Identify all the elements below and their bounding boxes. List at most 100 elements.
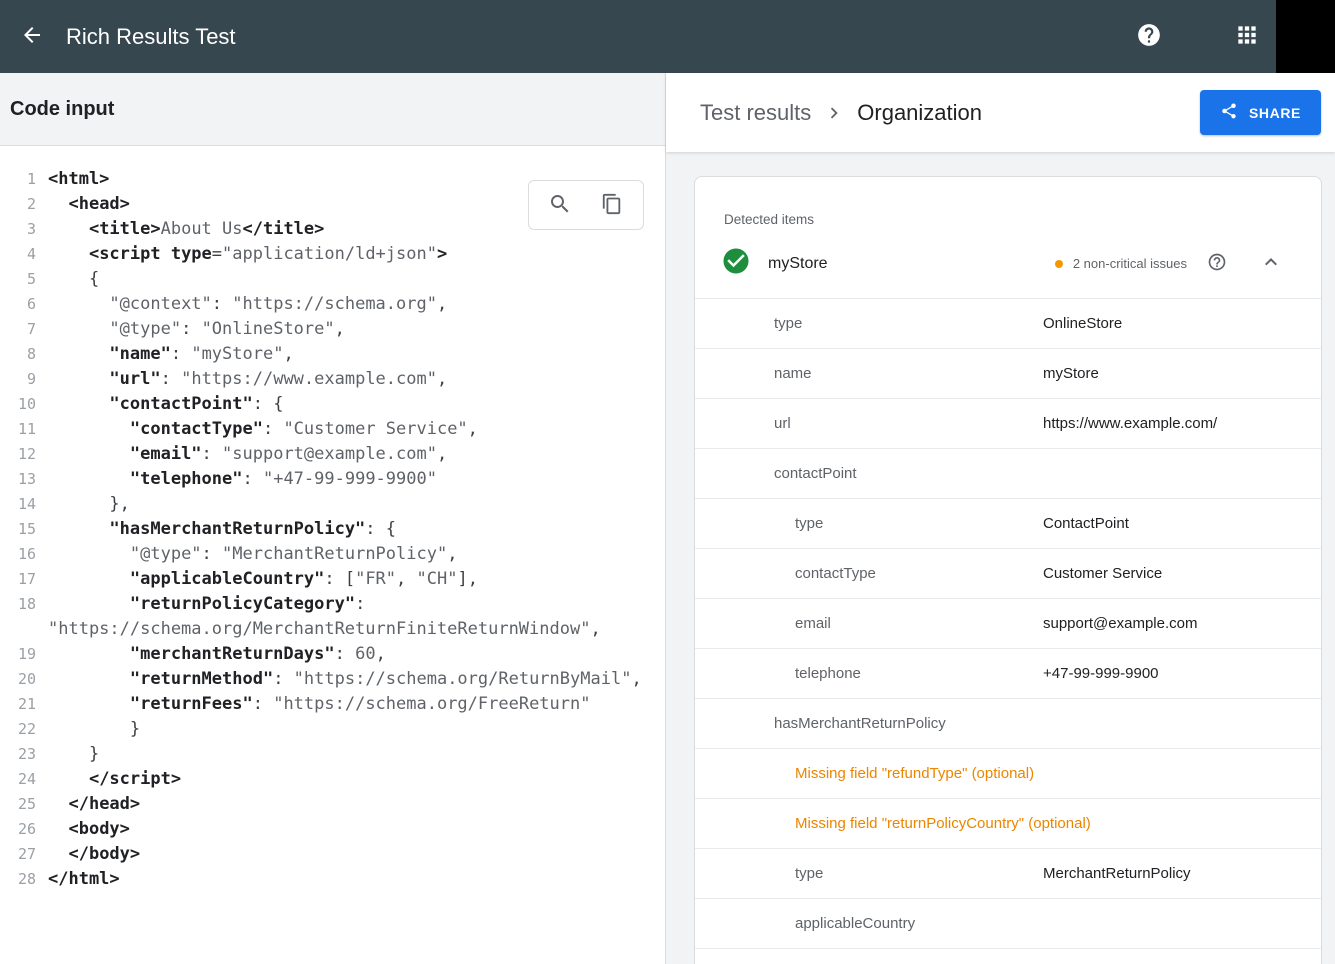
- apps-grid-button[interactable]: [1223, 13, 1271, 61]
- help-button[interactable]: [1125, 13, 1173, 61]
- code-line: 4 <script type="application/ld+json">: [0, 242, 665, 267]
- top-bar-actions: [1125, 0, 1335, 73]
- breadcrumb-test-results[interactable]: Test results: [700, 100, 811, 126]
- line-number: 11: [0, 417, 36, 442]
- property-row: urlhttps://www.example.com/: [695, 399, 1321, 449]
- line-number: 15: [0, 517, 36, 542]
- property-row: typeMerchantReturnPolicy: [695, 849, 1321, 899]
- code-line-text: </head>: [36, 792, 140, 817]
- copy-button[interactable]: [592, 185, 632, 225]
- missing-field-row: Missing field "refundType" (optional): [695, 749, 1321, 799]
- line-number: 5: [0, 267, 36, 292]
- code-toolbar: [528, 180, 644, 230]
- property-row: namemyStore: [695, 349, 1321, 399]
- code-line: 16 "@type": "MerchantReturnPolicy",: [0, 542, 665, 567]
- line-number: 1: [0, 167, 36, 192]
- line-number: 8: [0, 342, 36, 367]
- line-number: 19: [0, 642, 36, 667]
- share-icon: [1220, 102, 1238, 123]
- detected-items-card: Detected items myStore 2 non-critical is…: [694, 176, 1322, 964]
- code-line-text: </html>: [36, 867, 120, 892]
- property-label: type: [795, 865, 1043, 882]
- property-row: telephone+47-99-999-9900: [695, 649, 1321, 699]
- property-value: support@example.com: [1043, 615, 1197, 632]
- line-number: 22: [0, 717, 36, 742]
- back-button[interactable]: [8, 13, 56, 61]
- property-value: OnlineStore: [1043, 315, 1122, 332]
- code-line: "https://schema.org/MerchantReturnFinite…: [0, 617, 665, 642]
- property-row: typeContactPoint: [695, 499, 1321, 549]
- help-outline-icon: [1207, 252, 1227, 275]
- code-line-text: "name": "myStore",: [36, 342, 294, 367]
- code-line-text: "@type": "MerchantReturnPolicy",: [36, 542, 457, 567]
- property-label: name: [774, 365, 1043, 382]
- code-line: 24 </script>: [0, 767, 665, 792]
- code-line: 13 "telephone": "+47-99-999-9900": [0, 467, 665, 492]
- entity-row-mystore[interactable]: myStore 2 non-critical issues: [695, 229, 1321, 299]
- code-line-text: "returnMethod": "https://schema.org/Retu…: [36, 667, 642, 692]
- code-line-text: }: [36, 742, 99, 767]
- code-line-text: "@context": "https://schema.org",: [36, 292, 447, 317]
- code-line-text: "contactPoint": {: [36, 392, 283, 417]
- test-results-panel: Test results Organization SHARE Detected…: [666, 73, 1335, 964]
- breadcrumb-organization: Organization: [857, 100, 982, 126]
- property-value: MerchantReturnPolicy: [1043, 865, 1191, 882]
- line-number: 2: [0, 192, 36, 217]
- search-button[interactable]: [540, 185, 580, 225]
- code-line: 26 <body>: [0, 817, 665, 842]
- line-number: 4: [0, 242, 36, 267]
- detected-items-label: Detected items: [695, 177, 1321, 229]
- line-number: 3: [0, 217, 36, 242]
- issues-help-button[interactable]: [1197, 244, 1237, 284]
- missing-field-text: Missing field "returnPolicyCountry" (opt…: [795, 815, 1091, 832]
- help-icon: [1136, 22, 1162, 51]
- line-number: 10: [0, 392, 36, 417]
- line-number: 13: [0, 467, 36, 492]
- code-line: 27 </body>: [0, 842, 665, 867]
- code-line-text: "returnPolicyCategory":: [36, 592, 365, 617]
- line-number: 7: [0, 317, 36, 342]
- line-number: 6: [0, 292, 36, 317]
- issue-dot-icon: [1055, 260, 1063, 268]
- share-button-label: SHARE: [1249, 105, 1301, 121]
- code-line-text: <title>About Us</title>: [36, 217, 324, 242]
- share-button[interactable]: SHARE: [1200, 90, 1321, 135]
- property-label: email: [795, 615, 1043, 632]
- code-line-text: "contactType": "Customer Service",: [36, 417, 478, 442]
- code-line-text: "email": "support@example.com",: [36, 442, 447, 467]
- collapse-button[interactable]: [1251, 244, 1291, 284]
- chevron-up-icon: [1259, 250, 1283, 277]
- property-row: typeOnlineStore: [695, 299, 1321, 349]
- code-line: 22 }: [0, 717, 665, 742]
- property-label: url: [774, 415, 1043, 432]
- line-number: 20: [0, 667, 36, 692]
- issue-count: 2 non-critical issues: [1073, 256, 1187, 271]
- rich-results-test-app: Rich Results Test Code input: [0, 0, 1335, 964]
- line-number: 23: [0, 742, 36, 767]
- code-line: 19 "merchantReturnDays": 60,: [0, 642, 665, 667]
- top-bar: Rich Results Test: [0, 0, 1335, 73]
- property-row: emailsupport@example.com: [695, 599, 1321, 649]
- line-number: 24: [0, 767, 36, 792]
- code-input-panel: Code input 1<html>2 <head>3 <t: [0, 73, 666, 964]
- code-line: 28</html>: [0, 867, 665, 892]
- property-value: +47-99-999-9900: [1043, 665, 1159, 682]
- copy-icon: [601, 193, 623, 218]
- code-line-text: "url": "https://www.example.com",: [36, 367, 447, 392]
- code-input-title: Code input: [10, 98, 114, 121]
- code-line: 8 "name": "myStore",: [0, 342, 665, 367]
- entity-status: 2 non-critical issues: [1055, 244, 1291, 284]
- code-line: 7 "@type": "OnlineStore",: [0, 317, 665, 342]
- line-number: 27: [0, 842, 36, 867]
- code-line-text: <html>: [36, 167, 109, 192]
- code-line: 17 "applicableCountry": ["FR", "CH"],: [0, 567, 665, 592]
- property-group-row: applicableCountry: [695, 899, 1321, 949]
- account-area[interactable]: [1276, 0, 1335, 73]
- app-title: Rich Results Test: [66, 24, 236, 50]
- code-line-text: "merchantReturnDays": 60,: [36, 642, 386, 667]
- code-line: 14 },: [0, 492, 665, 517]
- property-group-row: contactPoint: [695, 449, 1321, 499]
- code-line-text: {: [36, 267, 99, 292]
- line-number: 25: [0, 792, 36, 817]
- code-editor[interactable]: 1<html>2 <head>3 <title>About Us</title>…: [0, 146, 665, 964]
